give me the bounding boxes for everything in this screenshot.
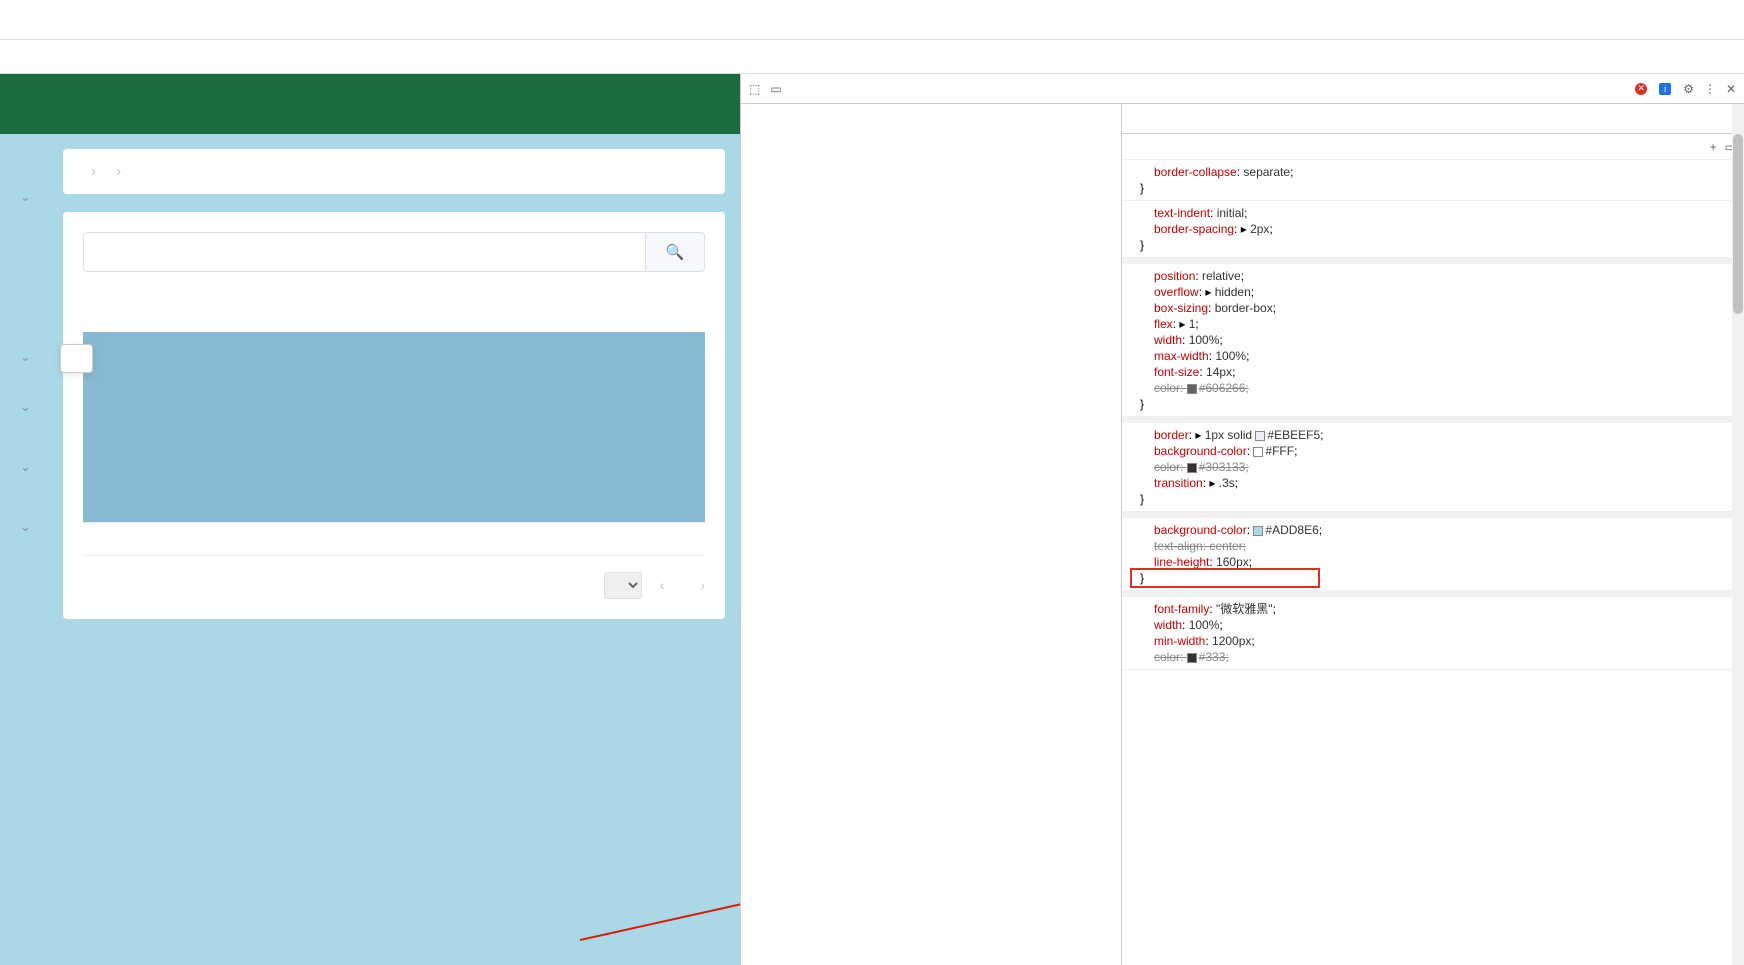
th-nickname bbox=[492, 332, 675, 522]
pager-prev[interactable]: ‹ bbox=[660, 577, 665, 593]
scrollbar[interactable] bbox=[1732, 104, 1744, 965]
styles-body[interactable]: border-collapse: separate; } text-indent… bbox=[1122, 160, 1744, 965]
pager-size-select[interactable] bbox=[604, 572, 642, 599]
info-badge[interactable]: i bbox=[1659, 83, 1673, 95]
th-phone bbox=[675, 332, 705, 522]
table-row[interactable] bbox=[83, 522, 705, 555]
element-dims-tooltip bbox=[60, 344, 93, 373]
styles-filter-input[interactable] bbox=[1130, 140, 1686, 154]
chevron-down-icon[interactable]: ⌄ bbox=[20, 189, 31, 205]
styles-pane: + ▭ border-collapse: separate; } text-in… bbox=[1121, 104, 1744, 965]
devtools: ⬚ ▭ ✕ i ⚙ ⋮ ✕ + ▭ bbox=[740, 74, 1744, 965]
app-header bbox=[0, 74, 740, 134]
breadcrumb: › › bbox=[63, 149, 725, 194]
settings-icon[interactable]: ⚙ bbox=[1683, 82, 1694, 96]
new-rule-icon[interactable]: + bbox=[1710, 140, 1717, 154]
chevron-down-icon[interactable]: ⌄ bbox=[20, 519, 31, 535]
search-input[interactable] bbox=[83, 232, 645, 272]
user-table bbox=[83, 332, 705, 556]
dom-tree[interactable] bbox=[741, 104, 1121, 965]
search-button[interactable]: 🔍 bbox=[645, 232, 705, 272]
kebab-icon[interactable]: ⋮ bbox=[1704, 82, 1716, 96]
close-icon[interactable]: ✕ bbox=[1726, 82, 1736, 96]
pager-next[interactable]: › bbox=[700, 577, 705, 593]
search-bar: 🔍 bbox=[83, 232, 705, 272]
inspect-icon[interactable]: ⬚ bbox=[749, 82, 760, 96]
error-badge[interactable]: ✕ bbox=[1635, 83, 1649, 95]
th-username bbox=[308, 332, 491, 522]
device-icon[interactable]: ▭ bbox=[770, 82, 781, 96]
chevron-down-icon[interactable]: ⌄ bbox=[20, 459, 31, 475]
magnify-icon: 🔍 bbox=[666, 244, 685, 261]
browser-chrome bbox=[0, 0, 1744, 40]
app-pane: ⌄ ⌄ ⌄ ⌄ ⌄ › › 🔍 bbox=[0, 74, 740, 965]
chevron-down-icon[interactable]: ⌄ bbox=[20, 349, 31, 365]
bookmarks-bar bbox=[0, 40, 1744, 74]
table-header-row bbox=[83, 332, 705, 522]
chevron-down-icon[interactable]: ⌄ bbox=[20, 399, 31, 415]
th-avatar bbox=[125, 332, 308, 522]
devtools-toolbar: ⬚ ▭ ✕ i ⚙ ⋮ ✕ bbox=[741, 74, 1744, 104]
pagination: ‹ › bbox=[83, 556, 705, 599]
